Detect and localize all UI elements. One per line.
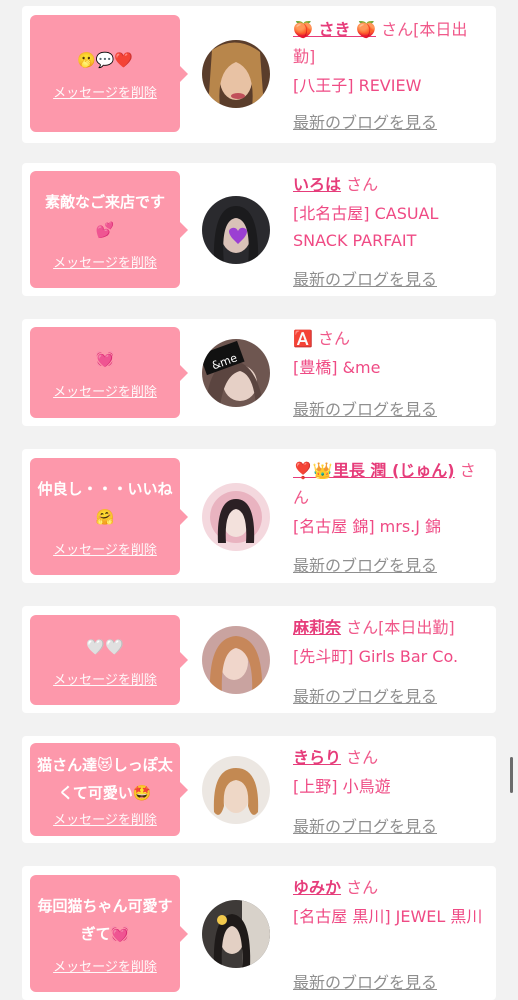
delete-message-link[interactable]: メッセージを削除 [53,82,157,101]
message-card: 仲良し・・・いいね🤗 メッセージを削除 ❣️👑里長 潤 (じゅん) さん [名古… [22,449,496,583]
honorific: さん [346,748,379,767]
message-bubble: 素敵なご来店です💕 メッセージを削除 [30,171,188,288]
avatar[interactable] [202,900,270,968]
honorific: さん [346,175,379,194]
name-line: 麻莉奈 さん[本日出勤] [293,614,489,641]
message-bubble: 🤍🤍 メッセージを削除 [30,615,188,705]
delete-message-link[interactable]: メッセージを削除 [53,669,157,688]
name-line: 🅰️ さん [293,325,489,352]
delete-message-link[interactable]: メッセージを削除 [53,381,157,400]
shop-name: [名古屋 錦] mrs.J 錦 [293,517,442,536]
name-line: 🍑 さき 🍑 さん[本日出勤] [293,16,489,70]
shop-name: [豊橋] &me [293,358,381,377]
shop-name: [八王子] REVIEW [293,76,422,95]
cast-name-link[interactable]: いろは [293,175,341,194]
message-bubble: 毎回猫ちゃん可愛すぎて💓 メッセージを削除 [30,875,188,992]
honorific: さん [346,618,379,637]
shop-name: [上野] 小鳥遊 [293,777,391,796]
cast-name-link[interactable]: 麻莉奈 [293,618,341,637]
message-text: 猫さん達😻しっぽ太くて可愛い🤩 [37,756,173,802]
cast-info: 🅰️ さん [豊橋] &me [293,325,489,381]
cast-name-link[interactable]: ❣️👑里長 潤 (じゅん) [293,461,455,480]
cast-info: ゆみか さん [名古屋 黒川] JEWEL 黒川 [293,874,489,930]
name-line: いろは さん [293,171,489,198]
cast-info: 麻莉奈 さん[本日出勤] [先斗町] Girls Bar Co. [293,614,489,670]
latest-blog-link[interactable]: 最新のブログを見る [293,266,437,290]
message-text: 🤍🤍 [86,637,124,656]
avatar[interactable] [202,40,270,108]
message-text: 素敵なご来店です💕 [44,193,165,239]
delete-message-link[interactable]: メッセージを削除 [53,956,157,975]
shop-name: [名古屋 黒川] JEWEL 黒川 [293,907,483,926]
delete-message-link[interactable]: メッセージを削除 [53,252,157,271]
avatar[interactable] [202,483,270,551]
cast-info: 🍑 さき 🍑 さん[本日出勤] [八王子] REVIEW [293,16,489,99]
latest-blog-link[interactable]: 最新のブログを見る [293,969,437,993]
status-tag: [本日出勤] [378,618,455,637]
message-text: 🫢💬❤️ [76,51,134,69]
avatar[interactable] [202,626,270,694]
latest-blog-link[interactable]: 最新のブログを見る [293,813,437,837]
cast-info: ❣️👑里長 潤 (じゅん) さん [名古屋 錦] mrs.J 錦 [293,457,489,540]
cast-name-link[interactable]: 🅰️ [293,329,313,348]
delete-message-link[interactable]: メッセージを削除 [53,539,157,558]
name-line: ゆみか さん [293,874,489,901]
shop-name: [北名古屋] CASUAL SNACK PARFAIT [293,204,439,250]
cast-name-link[interactable]: きらり [293,748,341,767]
message-card: 🫢💬❤️ メッセージを削除 🍑 さき 🍑 さん[本日出勤] [八王子] REVI… [22,6,496,143]
message-text: 毎回猫ちゃん可愛すぎて💓 [37,897,173,943]
avatar[interactable] [202,196,270,264]
honorific: さん [318,329,351,348]
message-bubble: 💓 メッセージを削除 [30,327,188,418]
message-card: 毎回猫ちゃん可愛すぎて💓 メッセージを削除 ゆみか さん [名古屋 黒川] JE… [22,866,496,1000]
cast-name-link[interactable]: ゆみか [293,878,341,897]
cast-info: いろは さん [北名古屋] CASUAL SNACK PARFAIT [293,171,489,254]
latest-blog-link[interactable]: 最新のブログを見る [293,396,437,420]
message-bubble: 猫さん達😻しっぽ太くて可愛い🤩 メッセージを削除 [30,743,188,836]
latest-blog-link[interactable]: 最新のブログを見る [293,683,437,707]
message-card: 🤍🤍 メッセージを削除 麻莉奈 さん[本日出勤] [先斗町] Girls Bar… [22,606,496,713]
message-text: 仲良し・・・いいね🤗 [37,480,173,526]
cast-info: きらり さん [上野] 小鳥遊 [293,744,489,800]
shop-name: [先斗町] Girls Bar Co. [293,647,459,666]
avatar[interactable]: &me [202,339,270,407]
name-line: ❣️👑里長 潤 (じゅん) さん [293,457,489,511]
honorific: さん [346,878,379,897]
message-bubble: 🫢💬❤️ メッセージを削除 [30,15,188,132]
message-card: 猫さん達😻しっぽ太くて可愛い🤩 メッセージを削除 きらり さん [上野] 小鳥遊… [22,736,496,843]
name-line: きらり さん [293,744,489,771]
message-text: 💓 [95,350,115,368]
latest-blog-link[interactable]: 最新のブログを見る [293,109,437,133]
message-card: 💓 メッセージを削除 &me 🅰️ さん [豊橋] &me 最新のブログを見る [22,319,496,426]
message-card: 素敵なご来店です💕 メッセージを削除 いろは さん [北名古屋] CASUAL … [22,163,496,296]
cast-name-link[interactable]: 🍑 さき 🍑 [293,20,376,39]
delete-message-link[interactable]: メッセージを削除 [53,809,157,828]
scrollbar[interactable] [510,757,513,793]
latest-blog-link[interactable]: 最新のブログを見る [293,552,437,576]
honorific: さん [381,20,414,39]
message-bubble: 仲良し・・・いいね🤗 メッセージを削除 [30,458,188,575]
avatar[interactable] [202,756,270,824]
